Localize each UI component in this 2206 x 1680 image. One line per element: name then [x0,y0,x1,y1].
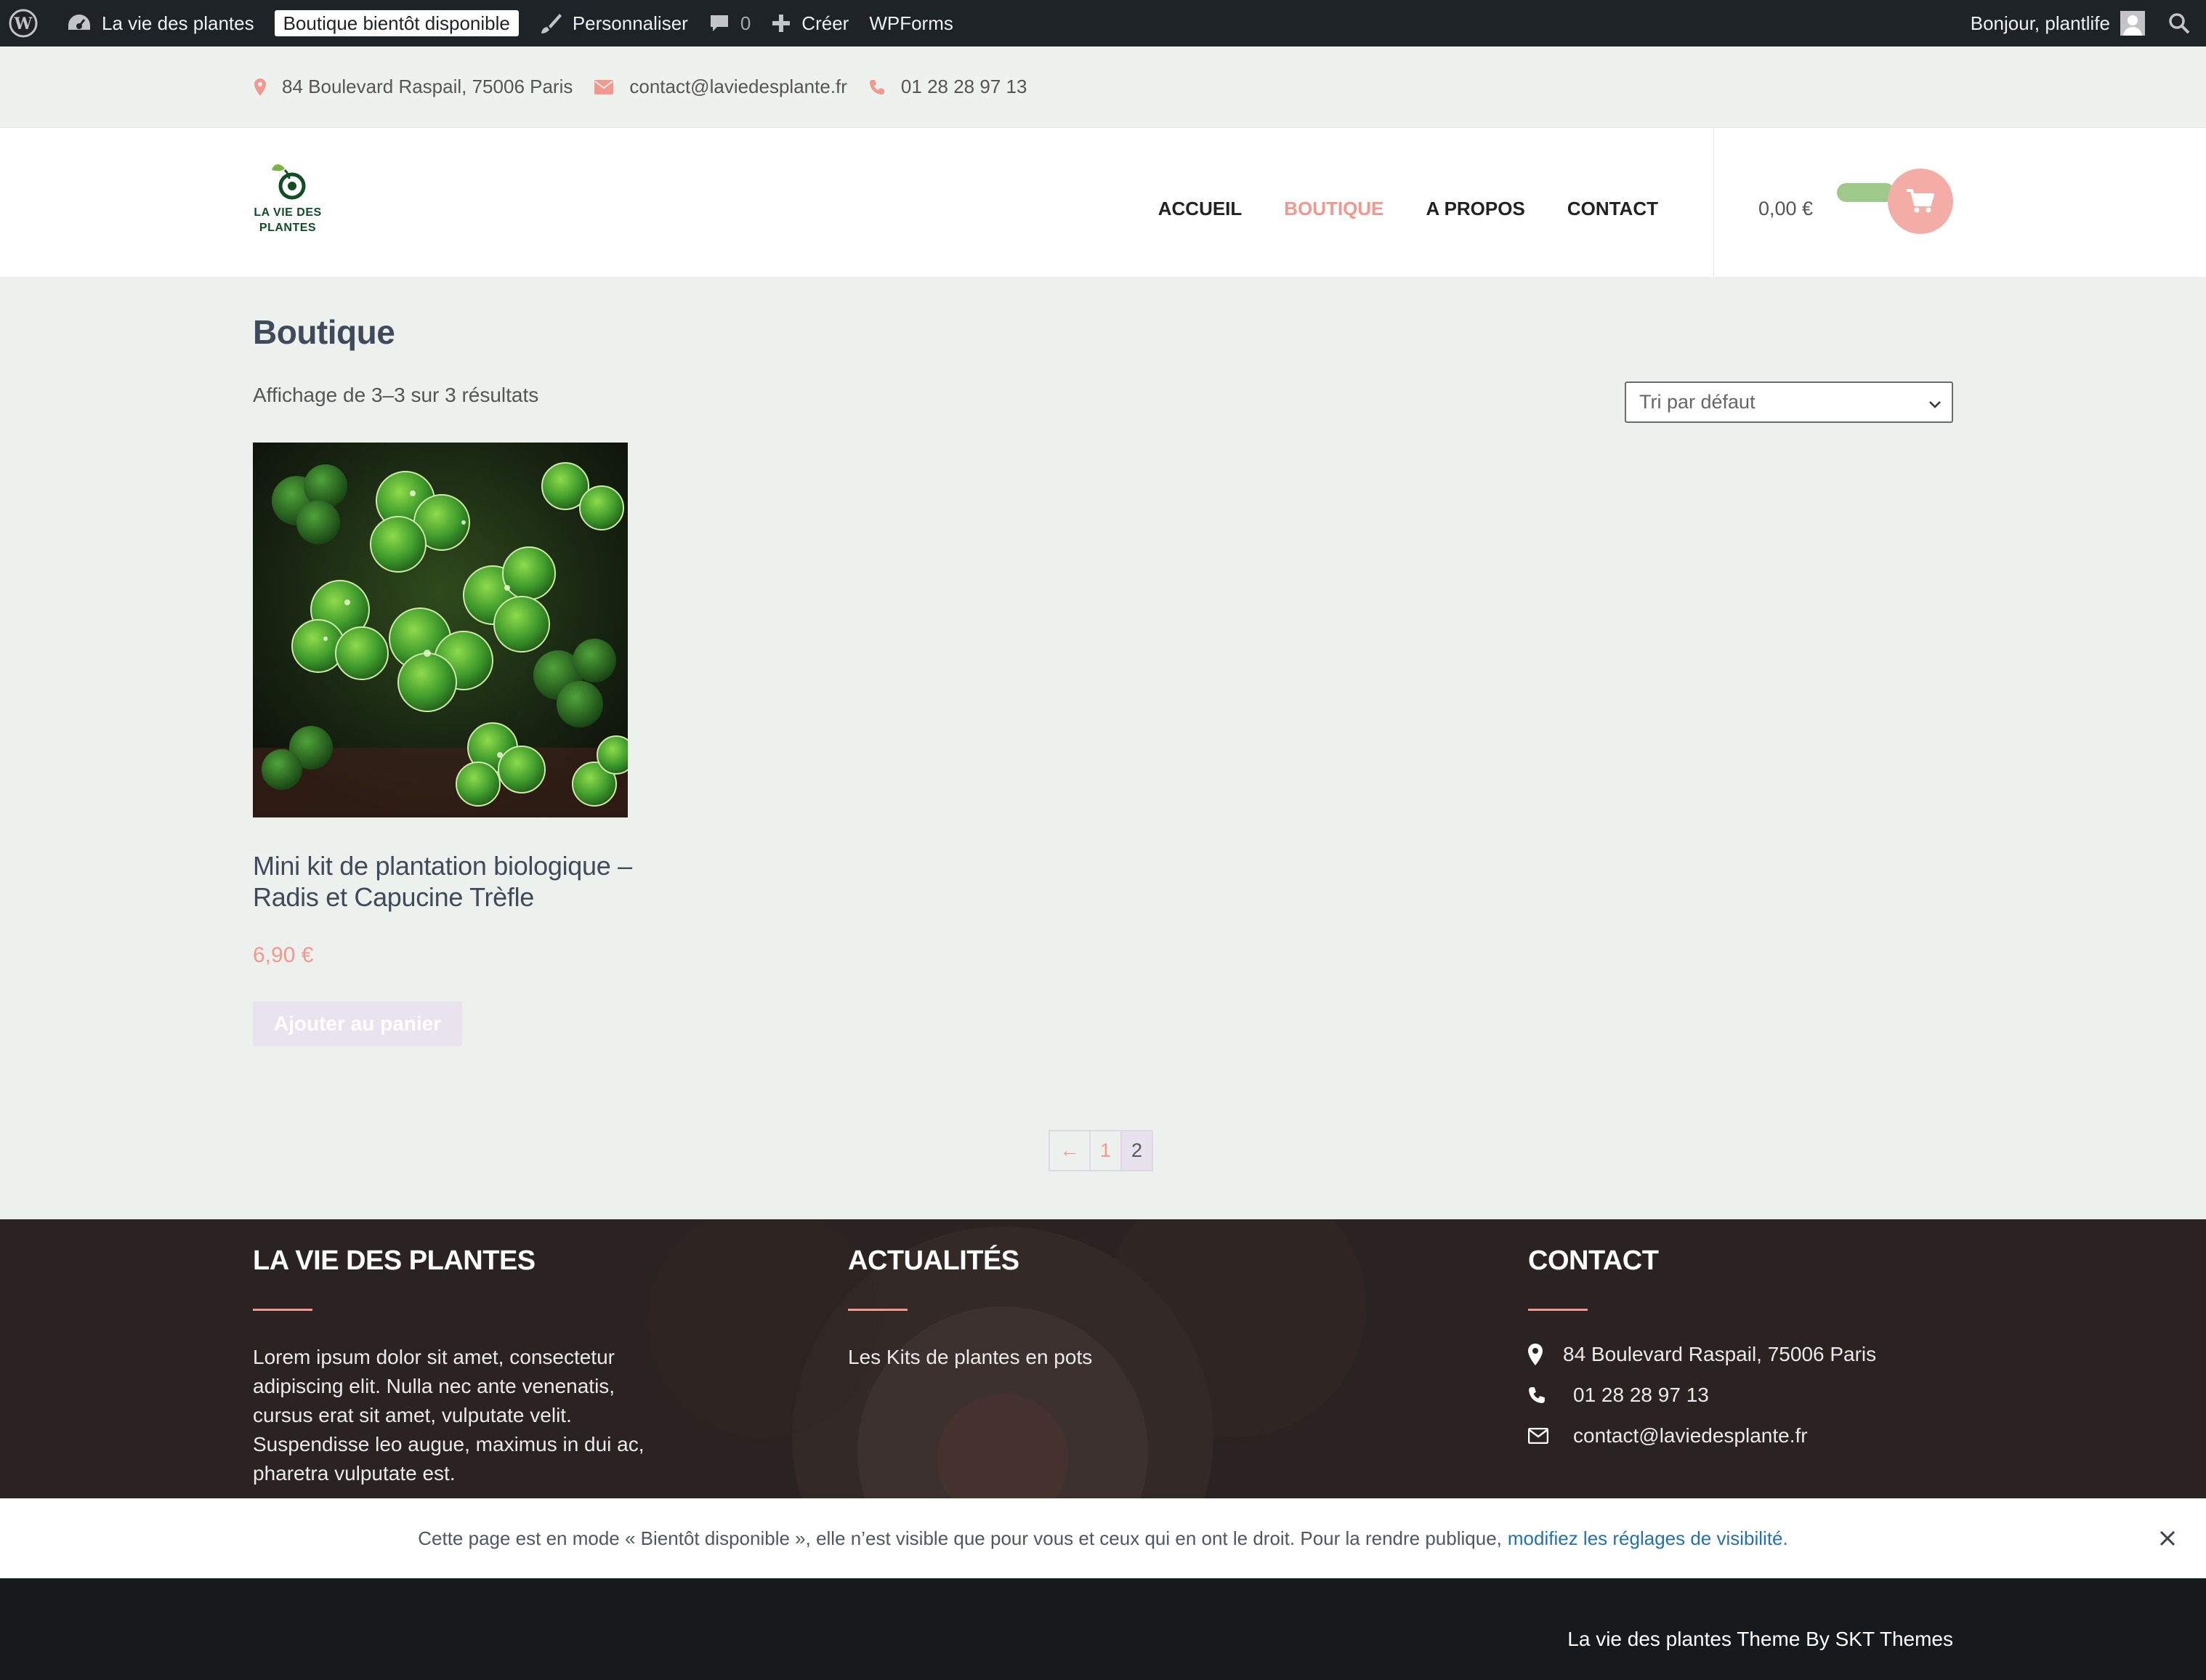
customize-link[interactable]: Personnaliser [529,0,698,47]
comments-link[interactable]: 0 [698,0,761,47]
clover-photo [253,443,628,817]
admin-bar: W La vie des plantes Boutique bientôt di… [0,0,2206,47]
site-footer: LA VIE DES PLANTES Lorem ipsum dolor sit… [0,1219,2206,1498]
top-phone-text: 01 28 28 97 13 [900,76,1027,97]
top-email-text: contact@laviedesplante.fr [629,76,847,97]
product-title[interactable]: Mini kit de plantation biologique – Radi… [253,850,645,913]
logo-line-2: PLANTES [259,222,317,234]
footer-news-rule [848,1309,908,1311]
theme-credit[interactable]: La vie des plantes Theme By SKT Themes [1567,1628,1953,1651]
product-price: 6,90 € [253,943,314,967]
top-email[interactable]: contact@laviedesplante.fr [594,76,847,98]
footer-email[interactable]: contact@laviedesplante.fr [1528,1424,1964,1447]
svg-text:W: W [14,15,33,33]
footer-news-item[interactable]: Les Kits de plantes en pots [848,1343,1255,1372]
shopping-cart-icon [1906,188,1935,214]
customize-label: Personnaliser [572,12,688,34]
result-count: Affichage de 3–3 sur 3 résultats [253,384,539,406]
top-info-bar: 84 Boulevard Raspail, 75006 Paris contac… [0,47,2206,128]
pagination: ← 1 2 [1049,1130,1153,1171]
footer-contact-heading: CONTACT [1528,1245,1659,1276]
wordpress-logo-icon[interactable]: W [0,0,57,47]
top-phone[interactable]: 01 28 28 97 13 [869,76,1027,98]
cart-toggle-bar[interactable] [1837,183,1895,202]
new-content-link[interactable]: Créer [761,0,859,47]
plant-logo-icon [272,164,306,200]
user-account-menu[interactable]: Bonjour, plantlife [1960,0,2155,47]
top-address: 84 Boulevard Raspail, 75006 Paris [254,76,573,98]
new-content-label: Créer [801,12,849,34]
page-title: Boutique [253,313,395,351]
comment-bubble-icon [708,12,730,34]
map-pin-icon [254,78,266,96]
add-to-cart-button[interactable]: Ajouter au panier [253,1001,462,1046]
footer-address: 84 Boulevard Raspail, 75006 Paris [1528,1343,1964,1366]
close-icon[interactable] [2155,1526,2180,1551]
phone-icon [1528,1386,1573,1404]
notice-text: Cette page est en mode « Bientôt disponi… [418,1527,1502,1549]
nav-item-contact[interactable]: CONTACT [1567,198,1658,220]
search-icon [2168,12,2190,34]
coming-soon-badge[interactable]: Boutique bientôt disponible [264,0,529,47]
pagination-page-2-current: 2 [1120,1130,1153,1171]
main-nav: ACCUEIL BOUTIQUE A PROPOS CONTACT [1116,198,1658,220]
admin-site-name-label: La vie des plantes [102,12,254,34]
pagination-prev[interactable]: ← [1049,1130,1091,1171]
paintbrush-icon [539,12,562,35]
map-pin-icon [1528,1344,1563,1365]
sort-select[interactable]: Tri par défaut [1625,381,1953,423]
nav-item-boutique[interactable]: BOUTIQUE [1284,198,1383,220]
comments-count: 0 [740,12,751,34]
admin-site-name[interactable]: La vie des plantes [57,0,264,47]
coming-soon-notice: Cette page est en mode « Bientôt disponi… [0,1498,2206,1578]
coming-soon-badge-label: Boutique bientôt disponible [274,10,519,36]
header-divider [1713,128,1714,277]
footer-about: LA VIE DES PLANTES Lorem ipsum dolor sit… [253,1245,660,1488]
footer-phone-text: 01 28 28 97 13 [1573,1384,1709,1406]
phone-icon [869,79,885,95]
footer-contact-rule [1528,1309,1588,1311]
bottom-bar: La vie des plantes Theme By SKT Themes [0,1578,2206,1680]
footer-contact: CONTACT 84 Boulevard Raspail, 75006 Pari… [1528,1245,1964,1465]
site-logo[interactable]: LA VIE DES PLANTES [251,160,327,240]
envelope-icon [1528,1428,1573,1444]
footer-news: ACTUALITÉS Les Kits de plantes en pots [848,1245,1255,1372]
footer-email-text: contact@laviedesplante.fr [1573,1424,1808,1447]
cart-total[interactable]: 0,00 € [1758,198,1813,220]
footer-about-heading: LA VIE DES PLANTES [253,1245,536,1276]
greeting-label: Bonjour, plantlife [1970,12,2110,34]
logo-line-1: LA VIE DES [254,206,322,219]
admin-search-button[interactable] [2155,0,2206,47]
cart-button[interactable] [1888,169,1953,234]
footer-news-heading: ACTUALITÉS [848,1245,1019,1276]
avatar [2120,11,2145,36]
footer-address-text: 84 Boulevard Raspail, 75006 Paris [1563,1343,1877,1365]
wpforms-link[interactable]: WPForms [859,0,963,47]
dashboard-icon [67,12,92,34]
nav-item-a-propos[interactable]: A PROPOS [1426,198,1525,220]
sort-select-value: Tri par défaut [1639,391,1755,413]
pagination-page-1[interactable]: 1 [1089,1130,1122,1171]
logo-text: LA VIE DES PLANTES [251,205,324,235]
top-address-text: 84 Boulevard Raspail, 75006 Paris [282,76,573,97]
site-header: LA VIE DES PLANTES ACCUEIL BOUTIQUE A PR… [0,128,2206,277]
product-image[interactable] [253,443,628,817]
wpforms-label: WPForms [869,12,953,34]
chevron-down-icon [1927,395,1943,417]
plus-icon [771,13,791,33]
footer-about-rule [253,1309,312,1311]
notice-visibility-link[interactable]: modifiez les réglages de visibilité. [1508,1527,1788,1550]
footer-phone[interactable]: 01 28 28 97 13 [1528,1384,1964,1407]
footer-about-text: Lorem ipsum dolor sit amet, consectetur … [253,1346,645,1485]
nav-item-accueil[interactable]: ACCUEIL [1158,198,1243,220]
envelope-icon [594,79,614,94]
